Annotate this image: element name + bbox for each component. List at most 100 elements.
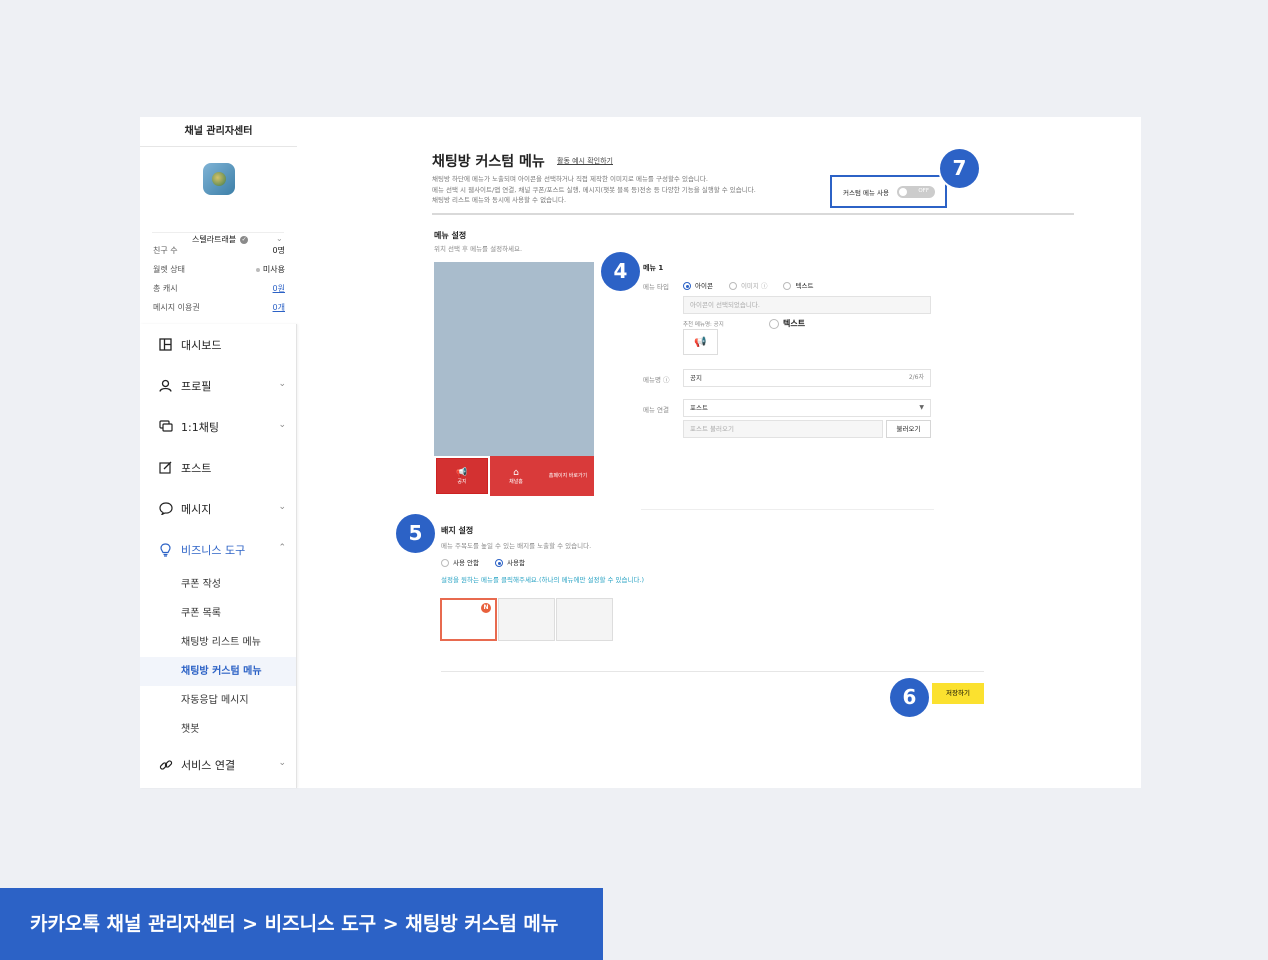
- stat-message-ticket: 메시지 이용권 0개: [153, 302, 285, 321]
- radio-label: 아이콘: [695, 282, 713, 290]
- radio-badge-off[interactable]: 사용 안함: [441, 557, 479, 567]
- speech-bubble-icon: [158, 501, 173, 516]
- submenu-auto-reply[interactable]: 자동응답 메시지: [140, 686, 296, 715]
- channel-name: 스텔라트래블: [192, 235, 237, 244]
- submenu-coupon-create[interactable]: 쿠폰 작성: [140, 570, 296, 599]
- menu-name-input[interactable]: 공지 2/6자: [683, 369, 931, 387]
- stat-cash: 총 캐시 0원: [153, 283, 285, 302]
- custom-menu-toggle-box: 커스텀 메뉴 사용 OFF: [830, 175, 947, 208]
- step-marker: 7: [940, 149, 979, 188]
- sidebar-item-dashboard[interactable]: 대시보드: [140, 324, 296, 365]
- preview-menu-cell[interactable]: 📢 공지: [434, 456, 490, 496]
- radio-label: 이미지: [740, 282, 759, 290]
- stat-label: 총 캐시: [153, 284, 178, 293]
- icon-picker-button[interactable]: 📢: [683, 329, 718, 355]
- divider: [432, 213, 1074, 215]
- step-marker: 5: [396, 514, 435, 553]
- page-title: 채팅방 커스텀 메뉴: [432, 154, 545, 170]
- post-load-field[interactable]: 포스트 불러오기: [683, 420, 883, 438]
- sidebar: 채널 관리자센터 스텔라트래블 ✓ ⌄ 친구 수 0명 월렛 상태 미사용 총 캐시…: [140, 117, 297, 788]
- chevron-down-icon[interactable]: ⌄: [276, 234, 283, 243]
- submenu-chatroom-custom-menu[interactable]: 채팅방 커스텀 메뉴: [140, 657, 296, 686]
- home-icon: ⌂: [513, 467, 519, 478]
- submenu-coupon-list[interactable]: 쿠폰 목록: [140, 599, 296, 628]
- preview-cell-label: 채널홈: [509, 478, 523, 485]
- verified-icon: ✓: [240, 235, 249, 244]
- stat-value-text: 미사용: [262, 265, 285, 274]
- badge-menu-cell[interactable]: N: [440, 598, 497, 641]
- toggle-label: 커스텀 메뉴 사용: [843, 188, 889, 197]
- caret-down-icon: ▼: [919, 404, 924, 411]
- preview-cell-label: 공지: [457, 478, 467, 485]
- preview-menu-cell[interactable]: 홈페이지 바로가기: [542, 456, 594, 496]
- step-marker: 6: [890, 678, 929, 717]
- preview-menu-bar: 📢 공지 ⌂ 채널홈 홈페이지 바로가기: [434, 456, 594, 496]
- edit-icon: [158, 460, 173, 475]
- channel-profile: 스텔라트래블 ✓ ⌄: [140, 147, 297, 244]
- link-icon: [158, 757, 173, 772]
- divider: [441, 671, 984, 672]
- radio-label: 텍스트: [795, 282, 814, 290]
- channel-avatar[interactable]: [203, 163, 235, 195]
- radio-selected: [495, 559, 503, 567]
- preview-menu-cell[interactable]: ⌂ 채널홈: [490, 456, 542, 496]
- badge-menu-cell[interactable]: [498, 598, 555, 641]
- radio-label: 사용 안함: [453, 559, 479, 567]
- radio-icon-option[interactable]: 아이콘: [683, 280, 713, 290]
- submenu-chatbot[interactable]: 챗봇: [140, 715, 296, 744]
- radio-unselected: [441, 559, 449, 567]
- radio-label: 텍스트: [783, 319, 806, 328]
- load-post-button[interactable]: 불러오기: [886, 420, 931, 438]
- sidebar-item-chat[interactable]: 1:1채팅 ⌄: [140, 406, 296, 447]
- stat-friends: 친구 수 0명: [153, 245, 285, 264]
- lightbulb-icon: [158, 542, 173, 557]
- select-value: 포스트: [690, 404, 708, 412]
- menu-link-select[interactable]: 포스트 ▼: [683, 399, 931, 417]
- description-line: 채팅방 하단에 메뉴가 노출되며 아이콘을 선택하거나 직접 제작한 이미지로 …: [432, 175, 708, 183]
- menu-type-label: 메뉴 타입: [643, 283, 669, 291]
- sidebar-item-message[interactable]: 메시지 ⌄: [140, 488, 296, 529]
- stat-label: 월렛 상태: [153, 265, 185, 274]
- recommend-menu-name: 추천 메뉴명: 공지: [683, 322, 724, 328]
- custom-menu-toggle[interactable]: OFF: [897, 185, 935, 198]
- menu-name-label: 메뉴명 ⓘ: [643, 376, 670, 384]
- megaphone-icon: 📢: [456, 467, 468, 478]
- sidebar-item-label: 비즈니스 도구: [181, 543, 246, 557]
- submenu-chatroom-list-menu[interactable]: 채팅방 리스트 메뉴: [140, 628, 296, 657]
- menu-settings-subtitle: 위치 선택 후 메뉴를 설정하세요.: [434, 245, 523, 253]
- char-count: 2/6자: [908, 374, 924, 381]
- radio-text-option[interactable]: 텍스트: [783, 280, 813, 290]
- radio-unselected: [769, 318, 779, 329]
- icon-selected-field[interactable]: 아이콘이 선택되었습니다.: [683, 296, 931, 314]
- chevron-down-icon: ⌄: [278, 420, 286, 430]
- save-button[interactable]: 저장하기: [932, 683, 984, 704]
- radio-image-option[interactable]: 이미지 ⓘ: [728, 280, 767, 290]
- sidebar-item-business-tools[interactable]: 비즈니스 도구 ⌃: [140, 529, 296, 570]
- chevron-down-icon: ⌄: [278, 758, 286, 768]
- badge-menu-cell[interactable]: [556, 598, 613, 641]
- stat-value-link[interactable]: 0개: [273, 302, 285, 321]
- sidebar-item-service-link[interactable]: 서비스 연결 ⌄: [140, 744, 296, 785]
- radio-unselected: [783, 282, 792, 290]
- sidebar-item-label: 대시보드: [181, 338, 222, 352]
- example-link[interactable]: 활동 예시 확인하기: [557, 156, 613, 166]
- sidebar-menu: 대시보드 프로필 ⌄ 1:1채팅 ⌄ 포스트 메시지 ⌄ 비즈니스 도구 ⌃ 쿠…: [140, 324, 297, 788]
- sidebar-item-profile[interactable]: 프로필 ⌄: [140, 365, 296, 406]
- radio-badge-on[interactable]: 사용함: [495, 557, 525, 567]
- menu-heading: 메뉴 1: [643, 264, 664, 272]
- input-value: 공지: [690, 374, 702, 382]
- sidebar-item-label: 메시지: [181, 502, 212, 516]
- channel-stats: 친구 수 0명 월렛 상태 미사용 총 캐시 0원 메시지 이용권 0개: [153, 245, 285, 321]
- breadcrumb-banner: 카카오톡 채널 관리자센터 > 비즈니스 도구 > 채팅방 커스텀 메뉴: [0, 888, 603, 960]
- text-option[interactable]: 텍스트: [769, 318, 805, 329]
- stat-value-link[interactable]: 0원: [273, 283, 285, 302]
- divider: [152, 232, 284, 233]
- sidebar-item-label: 포스트: [181, 461, 212, 475]
- person-icon: [158, 378, 173, 393]
- chatroom-preview: 📢 공지 ⌂ 채널홈 홈페이지 바로가기: [434, 262, 594, 496]
- sidebar-item-label: 1:1채팅: [181, 420, 219, 434]
- sidebar-item-post[interactable]: 포스트: [140, 447, 296, 488]
- toggle-state: OFF: [918, 187, 929, 194]
- step-marker: 4: [601, 252, 640, 291]
- channel-name-wrap[interactable]: 스텔라트래블 ✓: [192, 234, 249, 245]
